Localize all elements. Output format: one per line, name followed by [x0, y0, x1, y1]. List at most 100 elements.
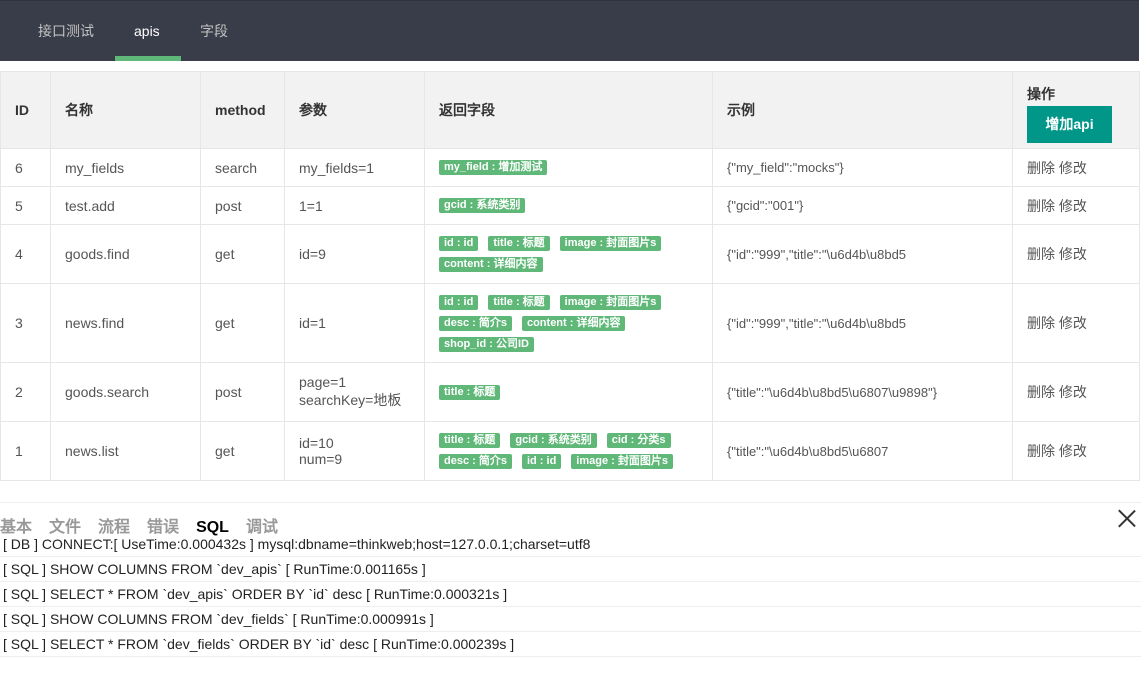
- cell-method: get: [200, 421, 285, 481]
- param-line: 1=1: [299, 197, 323, 214]
- nav-tab-api-test[interactable]: 接口测试: [38, 1, 94, 61]
- field-tag: content : 详细内容: [439, 257, 543, 272]
- field-tag: image : 封面图片s: [559, 236, 662, 251]
- cell-example: {"title":"\u6d4b\u8bd5\u6807\u9898"}: [712, 362, 1013, 422]
- edit-link[interactable]: 修改: [1059, 198, 1087, 214]
- param-line: page=1: [299, 374, 347, 390]
- cell-operations: 删除 修改: [1012, 362, 1140, 422]
- param-line: id=10: [299, 435, 334, 451]
- cell-id: 4: [0, 224, 51, 284]
- cell-operations: 删除 修改: [1012, 186, 1140, 225]
- cell-params: page=1 searchKey=地板: [284, 362, 425, 422]
- header-operations: 操作 增加api: [1012, 71, 1140, 149]
- field-tag: gcid : 系统类别: [510, 433, 597, 448]
- field-tag: id : id: [521, 454, 562, 469]
- field-tag: id : id: [439, 294, 479, 310]
- table-row: 6 my_fields search my_fields=1 my_field …: [0, 148, 1140, 187]
- edit-link[interactable]: 修改: [1059, 384, 1087, 400]
- delete-link[interactable]: 删除: [1027, 198, 1055, 214]
- operations-label: 操作: [1027, 85, 1055, 102]
- table-row: 2 goods.search post page=1 searchKey=地板 t…: [0, 362, 1140, 422]
- table-row: 1 news.list get id=10 num=9 title : 标题 gci…: [0, 421, 1140, 481]
- cell-name: my_fields: [50, 148, 201, 187]
- log-line: [ SQL ] SHOW COLUMNS FROM `dev_apis` [ R…: [0, 557, 1141, 582]
- cell-return-fields: gcid : 系统类别: [424, 186, 713, 225]
- field-tag: image : 封面图片s: [571, 454, 673, 469]
- cell-id: 2: [0, 362, 51, 422]
- cell-params: id=10 num=9: [284, 421, 425, 481]
- cell-operations: 删除 修改: [1012, 283, 1140, 363]
- cell-example: {"gcid":"001"}: [712, 186, 1013, 225]
- param-line: num=9: [299, 451, 343, 467]
- close-icon[interactable]: [1118, 509, 1136, 527]
- field-tag: shop_id : 公司ID: [439, 336, 534, 352]
- cell-params: 1=1: [284, 186, 425, 225]
- cell-params: my_fields=1: [284, 148, 425, 187]
- cell-id: 3: [0, 283, 51, 363]
- table-row: 4 goods.find get id=9 id : id title : 标题 i…: [0, 224, 1140, 284]
- field-tag: desc : 简介s: [439, 454, 512, 469]
- edit-link[interactable]: 修改: [1059, 160, 1087, 176]
- cell-operations: 删除 修改: [1012, 224, 1140, 284]
- cell-method: search: [200, 148, 285, 187]
- cell-return-fields: title : 标题 gcid : 系统类别 cid : 分类s desc : 简介s…: [424, 421, 713, 481]
- field-tag: gcid : 系统类别: [439, 198, 526, 213]
- cell-return-fields: title : 标题: [424, 362, 713, 422]
- nav-tab-apis[interactable]: apis: [134, 1, 160, 61]
- header-name: 名称: [50, 71, 201, 149]
- delete-link[interactable]: 删除: [1027, 443, 1055, 459]
- cell-id: 6: [0, 148, 51, 187]
- table-header-row: ID 名称 method 参数 返回字段 示例 操作 增加api: [0, 71, 1140, 149]
- cell-params: id=1: [284, 283, 425, 363]
- add-api-button[interactable]: 增加api: [1027, 105, 1112, 143]
- header-return-fields: 返回字段: [424, 71, 713, 149]
- field-tag: image : 封面图片s: [559, 294, 662, 310]
- apis-table: ID 名称 method 参数 返回字段 示例 操作 增加api 6 my_fi…: [0, 71, 1140, 481]
- field-tag: title : 标题: [488, 294, 550, 310]
- edit-link[interactable]: 修改: [1059, 443, 1087, 459]
- sql-log: [ DB ] CONNECT:[ UseTime:0.000432s ] mys…: [0, 532, 1141, 657]
- cell-operations: 删除 修改: [1012, 148, 1140, 187]
- cell-method: get: [200, 283, 285, 363]
- delete-link[interactable]: 删除: [1027, 315, 1055, 331]
- cell-method: post: [200, 186, 285, 225]
- field-tag: cid : 分类s: [606, 433, 671, 448]
- field-tag: title : 标题: [439, 384, 501, 400]
- param-line: my_fields=1: [299, 159, 375, 176]
- cell-example: {"title":"\u6d4b\u8bd5\u6807: [712, 421, 1013, 481]
- header-method: method: [200, 71, 285, 149]
- cell-name: test.add: [50, 186, 201, 225]
- top-nav-bar: 接口测试 apis 字段: [0, 0, 1139, 61]
- field-tag: title : 标题: [439, 433, 501, 448]
- header-id: ID: [0, 71, 51, 149]
- log-line: [ DB ] CONNECT:[ UseTime:0.000432s ] mys…: [0, 532, 1141, 557]
- field-tag: content : 详细内容: [521, 315, 626, 331]
- cell-name: news.list: [50, 421, 201, 481]
- table-row: 5 test.add post 1=1 gcid : 系统类别 {"gcid":…: [0, 186, 1140, 225]
- cell-example: {"my_field":"mocks"}: [712, 148, 1013, 187]
- log-line: [ SQL ] SELECT * FROM `dev_apis` ORDER B…: [0, 582, 1141, 607]
- nav-tab-fields[interactable]: 字段: [200, 1, 228, 61]
- trace-panel: 基本 文件 流程 错误 SQL 调试 [ DB ] CONNECT:[ UseTime:0…: [0, 502, 1141, 684]
- cell-method: get: [200, 224, 285, 284]
- delete-link[interactable]: 删除: [1027, 384, 1055, 400]
- param-line: id=9: [299, 246, 326, 262]
- field-tag: desc : 简介s: [439, 315, 512, 331]
- edit-link[interactable]: 修改: [1059, 246, 1087, 262]
- param-line: searchKey=地板: [299, 392, 402, 408]
- cell-params: id=9: [284, 224, 425, 284]
- edit-link[interactable]: 修改: [1059, 315, 1087, 331]
- cell-return-fields: id : id title : 标题 image : 封面图片s content : …: [424, 224, 713, 284]
- cell-example: {"id":"999","title":"\u6d4b\u8bd5: [712, 224, 1013, 284]
- cell-name: goods.search: [50, 362, 201, 422]
- delete-link[interactable]: 删除: [1027, 160, 1055, 176]
- param-line: id=1: [299, 315, 326, 331]
- table-row: 3 news.find get id=1 id : id title : 标题 im…: [0, 283, 1140, 363]
- cell-return-fields: id : id title : 标题 image : 封面图片s desc : 简介s…: [424, 283, 713, 363]
- cell-method: post: [200, 362, 285, 422]
- log-line: [ SQL ] SELECT * FROM `dev_fields` ORDER…: [0, 632, 1141, 657]
- field-tag: title : 标题: [488, 236, 550, 251]
- nav-active-indicator: [115, 56, 181, 61]
- cell-example: {"id":"999","title":"\u6d4b\u8bd5: [712, 283, 1013, 363]
- delete-link[interactable]: 删除: [1027, 246, 1055, 262]
